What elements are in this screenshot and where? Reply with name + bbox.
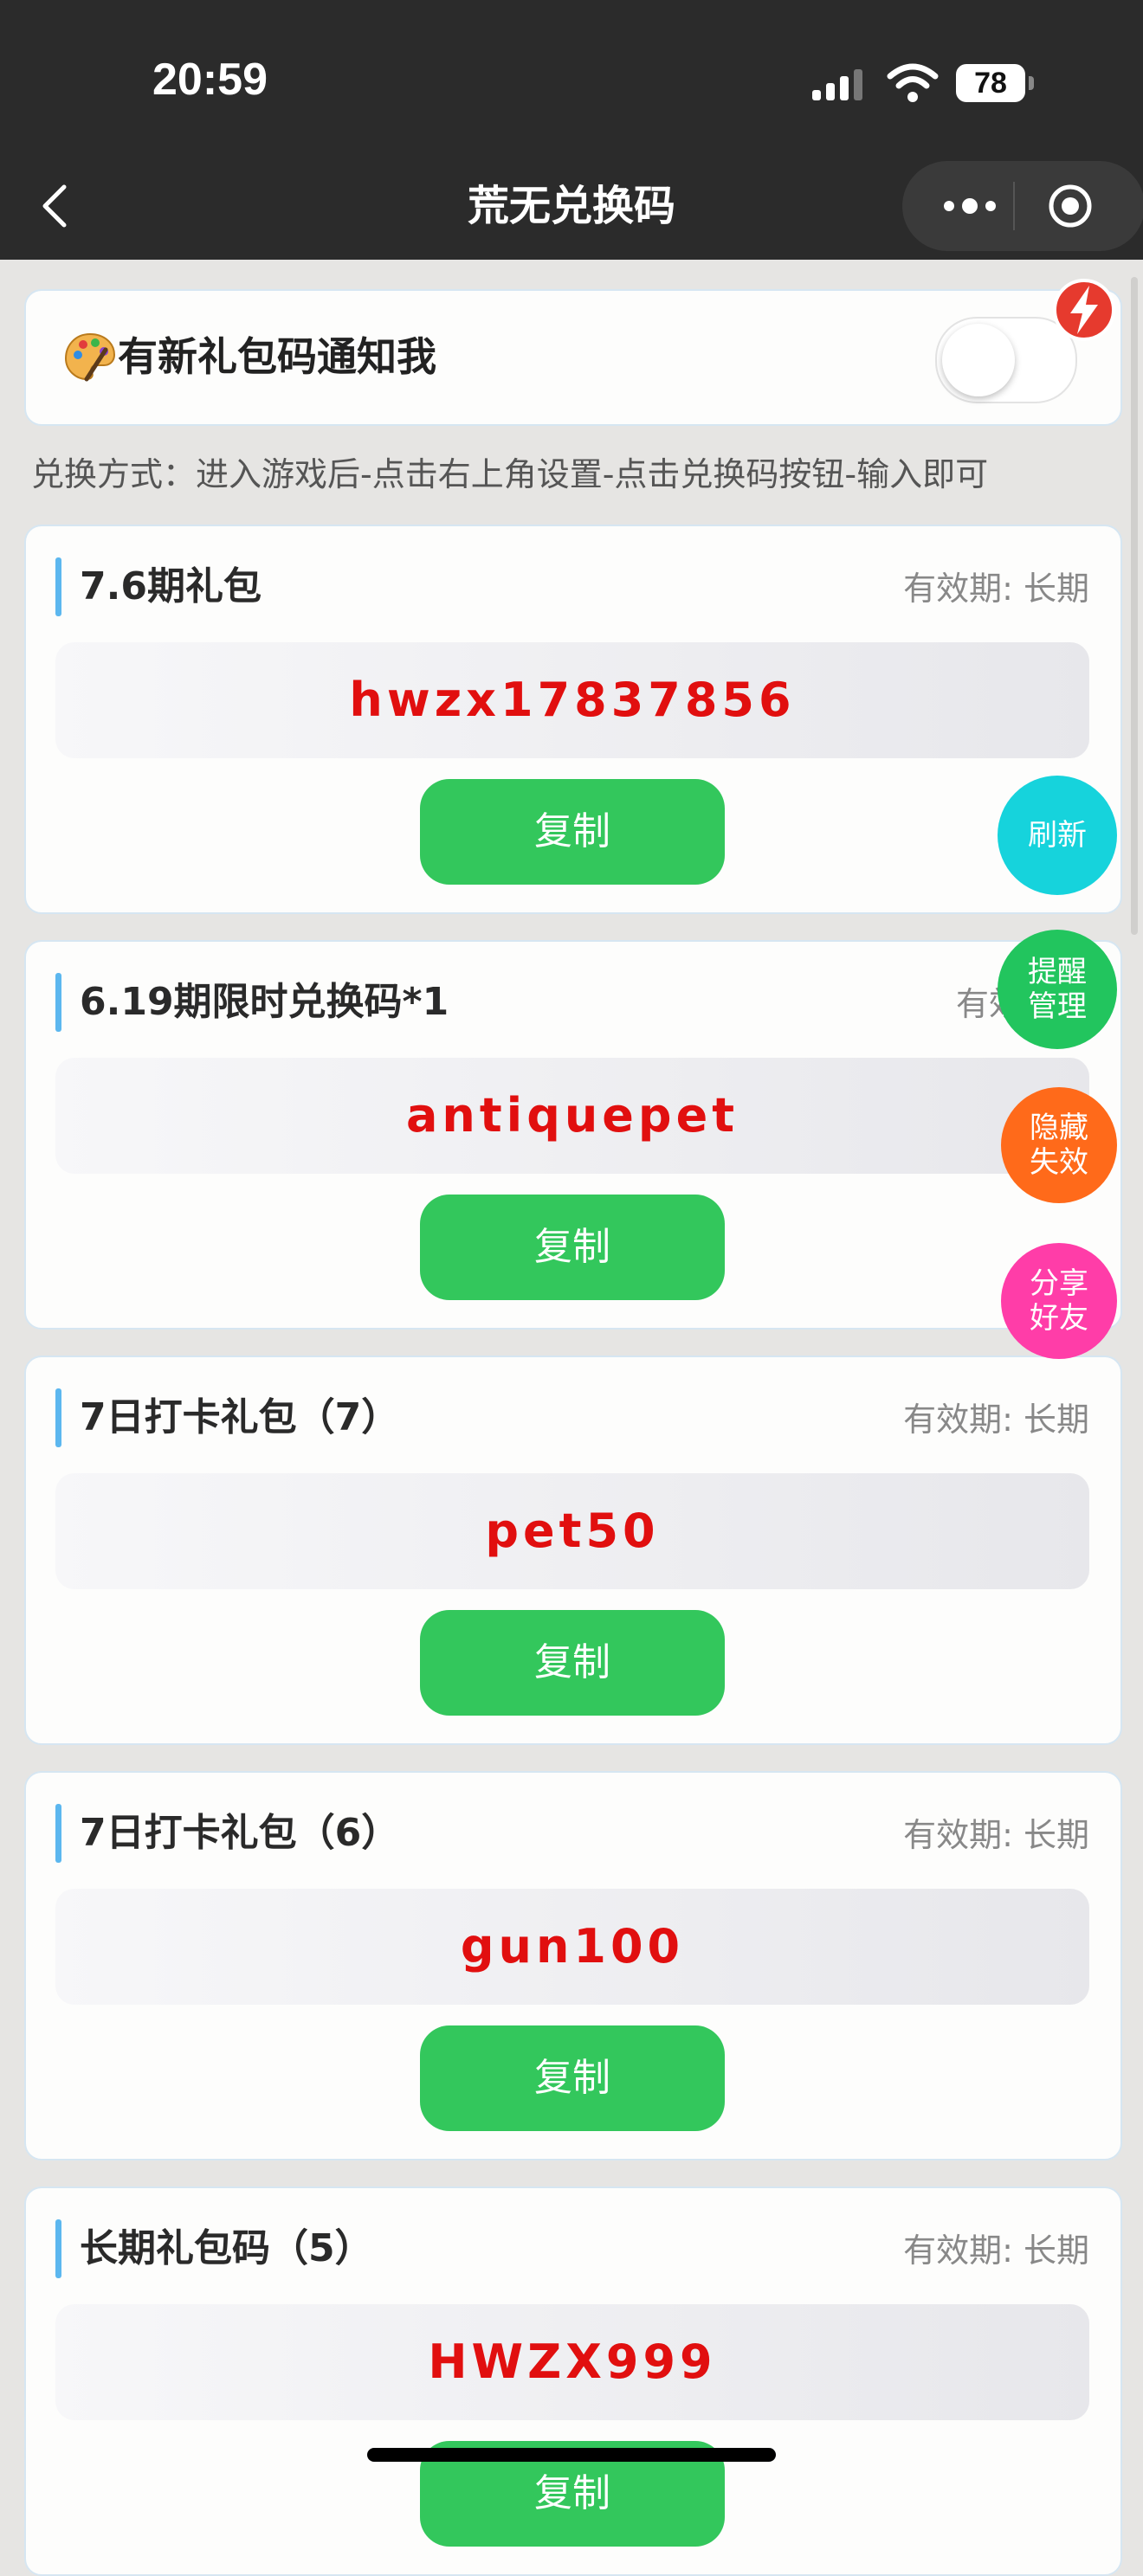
palette-icon bbox=[64, 332, 116, 382]
card-validity: 有效期: 长期 bbox=[903, 1401, 1089, 1439]
nav-bar: 荒无兑换码 bbox=[0, 154, 1143, 260]
status-time: 20:59 bbox=[152, 55, 268, 105]
home-indicator bbox=[367, 2448, 776, 2462]
card-validity: 有效期: 长期 bbox=[903, 2231, 1089, 2270]
card-accent-bar bbox=[55, 1804, 61, 1863]
copy-button[interactable]: 复制 bbox=[420, 1195, 725, 1300]
code-box: antiquepet bbox=[55, 1058, 1089, 1174]
redeem-instructions: 兑换方式：进入游戏后-点击右上角设置-点击兑换码按钮-输入即可 bbox=[31, 455, 989, 493]
wifi-icon bbox=[887, 63, 939, 102]
redeem-code: HWZX999 bbox=[428, 2334, 717, 2389]
copy-button[interactable]: 复制 bbox=[420, 779, 725, 885]
gift-card: 7.6期礼包 有效期: 长期 hwzx17837856 复制 bbox=[24, 525, 1122, 914]
main-content: 有新礼包码通知我 兑换方式：进入游戏后-点击右上角设置-点击兑换码按钮-输入即可… bbox=[0, 260, 1143, 2576]
card-title: 7日打卡礼包（7） bbox=[80, 1395, 400, 1439]
code-box: pet50 bbox=[55, 1473, 1089, 1589]
close-target-icon[interactable] bbox=[1044, 180, 1096, 232]
redeem-code: pet50 bbox=[485, 1504, 660, 1558]
gift-card: 6.19期限时兑换码*1 有效期 antiquepet 复制 bbox=[24, 940, 1122, 1330]
card-title: 7.6期礼包 bbox=[80, 564, 262, 609]
copy-button[interactable]: 复制 bbox=[420, 2025, 725, 2131]
card-validity: 有效期: 长期 bbox=[903, 1816, 1089, 1854]
card-accent-bar bbox=[55, 973, 61, 1032]
redeem-code: antiquepet bbox=[405, 1088, 739, 1143]
code-box: hwzx17837856 bbox=[55, 642, 1089, 758]
cellular-signal-icon bbox=[812, 69, 862, 100]
card-title: 长期礼包码（5） bbox=[80, 2226, 373, 2270]
gift-card: 长期礼包码（5） 有效期: 长期 HWZX999 复制 bbox=[24, 2186, 1122, 2576]
redeem-code: hwzx17837856 bbox=[349, 673, 796, 727]
copy-button[interactable]: 复制 bbox=[420, 1610, 725, 1716]
reminder-manage-button[interactable]: 提醒管理 bbox=[998, 930, 1117, 1049]
notify-label: 有新礼包码通知我 bbox=[118, 333, 436, 380]
lightning-badge-icon[interactable] bbox=[1051, 277, 1117, 343]
card-accent-bar bbox=[55, 1388, 61, 1447]
battery-cap bbox=[1029, 76, 1034, 90]
hide-expired-button[interactable]: 隐藏失效 bbox=[1001, 1087, 1117, 1203]
share-friends-button[interactable]: 分享好友 bbox=[1001, 1243, 1117, 1359]
card-title: 6.19期限时兑换码*1 bbox=[80, 980, 449, 1024]
battery-indicator: 78 bbox=[956, 64, 1025, 102]
card-title: 7日打卡礼包（6） bbox=[80, 1811, 400, 1855]
miniprogram-capsule bbox=[902, 161, 1143, 251]
redeem-code: gun100 bbox=[460, 1919, 685, 1974]
card-accent-bar bbox=[55, 2219, 61, 2278]
notify-card: 有新礼包码通知我 bbox=[24, 289, 1122, 426]
gift-card: 7日打卡礼包（6） 有效期: 长期 gun100 复制 bbox=[24, 1771, 1122, 2161]
gift-card: 7日打卡礼包（7） 有效期: 长期 pet50 复制 bbox=[24, 1356, 1122, 1745]
status-bar: 20:59 78 bbox=[0, 0, 1143, 154]
card-validity: 有效期: 长期 bbox=[903, 570, 1089, 608]
more-icon[interactable] bbox=[937, 185, 1006, 227]
scrollbar[interactable] bbox=[1131, 277, 1138, 935]
code-box: HWZX999 bbox=[55, 2304, 1089, 2420]
refresh-button[interactable]: 刷新 bbox=[998, 776, 1117, 895]
capsule-divider bbox=[1013, 182, 1015, 230]
code-box: gun100 bbox=[55, 1889, 1089, 2005]
toggle-knob bbox=[942, 324, 1015, 396]
card-accent-bar bbox=[55, 557, 61, 616]
